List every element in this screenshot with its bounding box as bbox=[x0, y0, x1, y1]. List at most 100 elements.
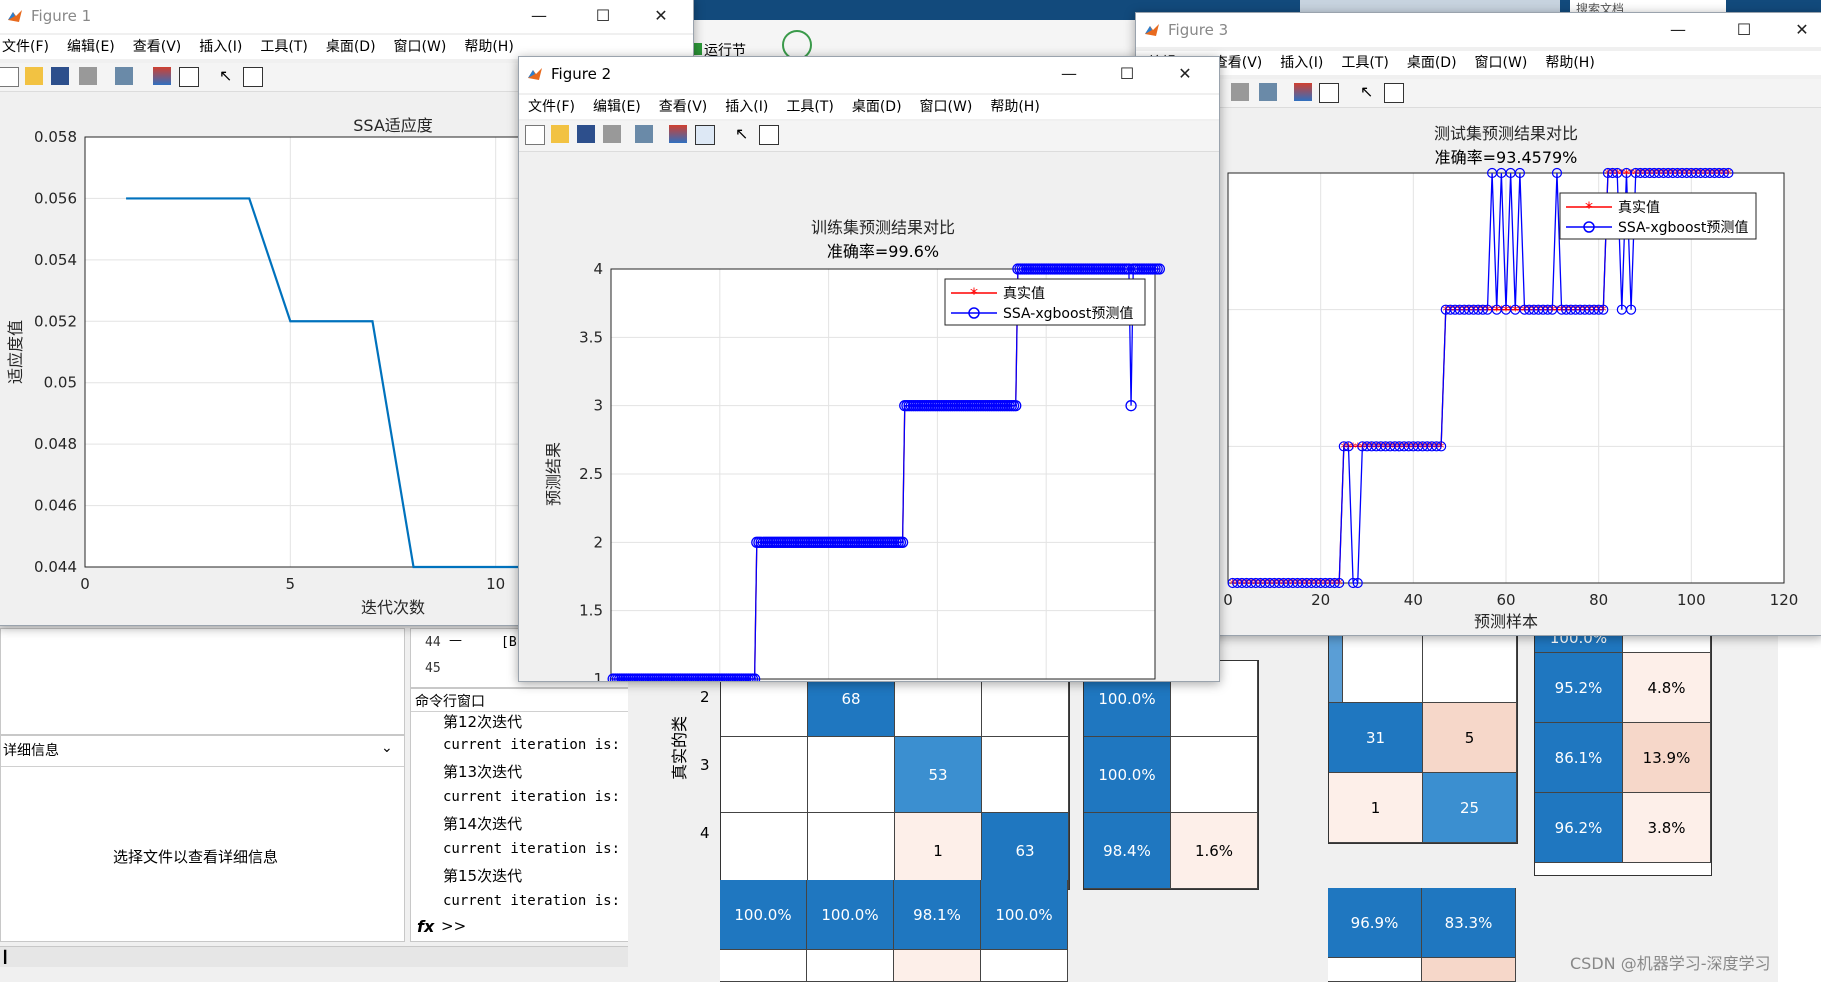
confusion-row-summary: 100.0% 95.2% 4.8% 86.1% 13.9% 96.2% 3.8% bbox=[1534, 623, 1712, 876]
open-file-icon[interactable] bbox=[25, 67, 43, 85]
figure-2-titlebar[interactable]: Figure 2 — ☐ ✕ bbox=[519, 57, 1219, 93]
minimize-button[interactable]: — bbox=[519, 3, 559, 29]
confusion-cell: 100.0% bbox=[1084, 737, 1171, 813]
command-window-title: 命令行窗口 bbox=[415, 694, 485, 710]
x-tick-label: 120 bbox=[1770, 591, 1799, 609]
editor-line-text[interactable]: [B bbox=[501, 635, 517, 650]
print-icon[interactable] bbox=[1231, 83, 1249, 101]
confusion-cell bbox=[721, 737, 808, 813]
menu-tools[interactable]: 工具(T) bbox=[777, 95, 842, 119]
edit-plot-cursor-icon[interactable]: ↖ bbox=[1360, 83, 1378, 101]
command-prompt[interactable]: >> bbox=[441, 917, 466, 935]
link-plot-icon[interactable] bbox=[115, 67, 133, 85]
close-button[interactable]: ✕ bbox=[1165, 61, 1205, 87]
y-axis-label: 适应度值 bbox=[6, 320, 25, 384]
menu-insert[interactable]: 插入(I) bbox=[1271, 51, 1332, 75]
link-plot-icon[interactable] bbox=[1259, 83, 1277, 101]
menu-file[interactable]: 文件(F) bbox=[0, 35, 58, 59]
x-tick-label: 10 bbox=[486, 575, 505, 593]
y-axis-label: 预测结果 bbox=[544, 442, 563, 506]
confusion-cell: 96.9% bbox=[1328, 888, 1422, 958]
confusion-column-summary: 100.0% 100.0% 98.1% 100.0% bbox=[720, 880, 1068, 982]
figure-2-toolbar: ↖ bbox=[519, 121, 1219, 152]
figure-1-title: Figure 1 bbox=[31, 7, 92, 25]
details-empty-text: 选择文件以查看详细信息 bbox=[113, 848, 279, 866]
figure-3-plot-area: 0 20 40 60 80 100 120 预测样本 测试集预测结果对比 准确率=93.4579%… bbox=[1136, 109, 1821, 635]
menu-help[interactable]: 帮助(H) bbox=[981, 95, 1048, 119]
menu-view[interactable]: 查看(V) bbox=[650, 95, 717, 119]
menu-help[interactable]: 帮助(H) bbox=[1536, 51, 1603, 75]
y-tick-label: 3.5 bbox=[579, 328, 603, 346]
edit-plot-cursor-icon[interactable]: ↖ bbox=[219, 67, 237, 85]
details-panel: 详细信息 ⌄ 选择文件以查看详细信息 bbox=[0, 735, 405, 942]
print-icon[interactable] bbox=[79, 67, 97, 85]
confusion-cell bbox=[894, 950, 981, 982]
menu-tools[interactable]: 工具(T) bbox=[251, 35, 316, 59]
menu-window[interactable]: 窗口(W) bbox=[911, 95, 982, 119]
command-line: current iteration is: bbox=[443, 841, 621, 857]
legend-label: 真实值 bbox=[1618, 200, 1660, 216]
figure-3-window[interactable]: Figure 3 — ☐ ✕ 文件(F)编辑(E)查看(V)插入(I)工具(T)… bbox=[1135, 12, 1821, 636]
figure-2-window[interactable]: Figure 2 — ☐ ✕ 文件(F) 编辑(E) 查看(V) 插入(I) 工具(T)… bbox=[518, 56, 1220, 682]
confusion-cell: 83.3% bbox=[1422, 888, 1516, 958]
command-line: 第12次迭代 bbox=[443, 713, 523, 731]
details-collapse-icon[interactable]: ⌄ bbox=[381, 740, 393, 756]
property-inspector-icon[interactable] bbox=[1384, 83, 1404, 103]
legend-icon[interactable] bbox=[695, 125, 715, 145]
confusion-cell bbox=[1171, 737, 1258, 813]
y-tick-label: 0.054 bbox=[34, 251, 77, 269]
confusion-cell bbox=[807, 950, 894, 982]
menu-tools[interactable]: 工具(T) bbox=[1332, 51, 1397, 75]
menu-desktop[interactable]: 桌面(D) bbox=[843, 95, 911, 119]
menu-edit[interactable]: 编辑(E) bbox=[584, 95, 650, 119]
menu-desktop[interactable]: 桌面(D) bbox=[317, 35, 385, 59]
legend-icon[interactable] bbox=[179, 67, 199, 87]
save-icon[interactable] bbox=[51, 67, 69, 85]
menu-file[interactable]: 文件(F) bbox=[519, 95, 584, 119]
menu-help[interactable]: 帮助(H) bbox=[455, 35, 522, 59]
x-tick-label: 5 bbox=[286, 575, 296, 593]
legend-marker: * bbox=[1585, 198, 1593, 217]
minimize-button[interactable]: — bbox=[1658, 17, 1698, 43]
menu-insert[interactable]: 插入(I) bbox=[716, 95, 777, 119]
figure-3-titlebar[interactable]: Figure 3 — ☐ ✕ bbox=[1136, 13, 1821, 47]
menu-window[interactable]: 窗口(W) bbox=[1466, 51, 1537, 75]
maximize-button[interactable]: ☐ bbox=[1107, 61, 1147, 87]
confusion-cell: 98.1% bbox=[894, 880, 981, 950]
colorbar-icon[interactable] bbox=[669, 125, 687, 143]
menu-desktop[interactable]: 桌面(D) bbox=[1398, 51, 1466, 75]
maximize-button[interactable]: ☐ bbox=[1724, 17, 1764, 43]
chart-subtitle: 准确率=99.6% bbox=[827, 242, 939, 261]
figure-1-titlebar[interactable]: Figure 1 — ☐ ✕ bbox=[0, 0, 693, 33]
x-tick-label: 0 bbox=[80, 575, 90, 593]
minimize-button[interactable]: — bbox=[1049, 61, 1089, 87]
property-inspector-icon[interactable] bbox=[243, 67, 263, 87]
y-tick-label: 2 bbox=[593, 533, 603, 551]
new-figure-icon[interactable] bbox=[525, 125, 545, 145]
confusion-cell: 98.4% bbox=[1084, 813, 1171, 889]
property-inspector-icon[interactable] bbox=[759, 125, 779, 145]
menu-window[interactable]: 窗口(W) bbox=[385, 35, 456, 59]
link-plot-icon[interactable] bbox=[635, 125, 653, 143]
menu-view[interactable]: 查看(V) bbox=[124, 35, 191, 59]
legend-icon[interactable] bbox=[1319, 83, 1339, 103]
command-window[interactable]: 命令行窗口 第12次迭代 current iteration is: 第13次迭… bbox=[410, 688, 634, 942]
new-figure-icon[interactable] bbox=[0, 67, 19, 87]
details-title: 详细信息 bbox=[3, 743, 59, 759]
y-tick-label: 1.5 bbox=[579, 602, 603, 620]
save-icon[interactable] bbox=[577, 125, 595, 143]
open-file-icon[interactable] bbox=[551, 125, 569, 143]
colorbar-icon[interactable] bbox=[153, 67, 171, 85]
menu-insert[interactable]: 插入(I) bbox=[190, 35, 251, 59]
colorbar-icon[interactable] bbox=[1294, 83, 1312, 101]
print-icon[interactable] bbox=[603, 125, 621, 143]
menu-edit[interactable]: 编辑(E) bbox=[58, 35, 124, 59]
close-button[interactable]: ✕ bbox=[641, 3, 681, 29]
confusion-cell bbox=[1329, 633, 1423, 703]
maximize-button[interactable]: ☐ bbox=[583, 3, 623, 29]
confusion-cell: 86.1% bbox=[1535, 723, 1623, 793]
edit-plot-cursor-icon[interactable]: ↖ bbox=[735, 125, 753, 143]
confusion-cell bbox=[981, 950, 1068, 982]
true-point: * bbox=[1725, 168, 1732, 183]
close-button[interactable]: ✕ bbox=[1782, 17, 1821, 43]
